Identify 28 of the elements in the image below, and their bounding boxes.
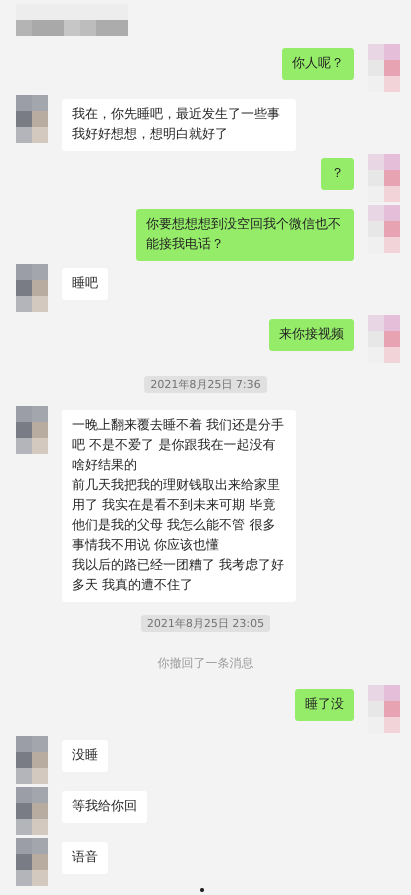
- message-bubble[interactable]: 语音: [62, 842, 108, 874]
- message-paragraph: 前几天我把我的理财钱取出来给家里用了 我实在是看不到未来可期 毕竟他们是我的父母 我怎么能不管 很多事情我不用说 你应该也懂: [72, 477, 281, 555]
- pixelated-avatar-icon[interactable]: [368, 685, 400, 733]
- pixelated-avatar-icon[interactable]: [16, 406, 48, 454]
- message-bubble[interactable]: 睡吧: [62, 268, 108, 300]
- pixelated-avatar-icon[interactable]: [16, 736, 48, 784]
- pixelated-avatar-icon[interactable]: [16, 95, 48, 143]
- message-paragraph: 一晚上翻来覆去睡不着 我们还是分手吧 不是不爱了 是你跟我在一起没有啥好结果的: [72, 417, 286, 475]
- message-bubble[interactable]: ？: [321, 158, 354, 190]
- message-bubble[interactable]: 等我给你回: [62, 791, 147, 823]
- message-bubble[interactable]: 睡了没: [295, 689, 354, 721]
- message-bubble[interactable]: 你要想想想到没空回我个微信也不能接我电话？: [136, 209, 354, 261]
- pixelated-avatar-icon[interactable]: [368, 315, 400, 363]
- timestamp: 2021年8月25日 23:05: [140, 615, 270, 632]
- pixelated-avatar-icon[interactable]: [16, 838, 48, 886]
- pixelated-avatar-icon[interactable]: [16, 264, 48, 312]
- message-bubble[interactable]: 你人呢？: [282, 48, 354, 80]
- pixelated-avatar-icon[interactable]: [368, 205, 400, 253]
- message-bubble[interactable]: 没睡: [62, 740, 108, 772]
- message-bubble[interactable]: 来你接视频: [269, 319, 354, 351]
- message-paragraph: 我以后的路已经一团糟了 我考虑了好多天 我真的遭不住了: [72, 557, 286, 595]
- system-notice: 你撤回了一条消息: [158, 655, 254, 672]
- pixelated-avatar-icon[interactable]: [368, 44, 400, 92]
- message-bubble[interactable]: 我在，你先睡吧，最近发生了一些事我好好想想，想明白就好了: [62, 99, 296, 151]
- message-bubble[interactable]: 一晚上翻来覆去睡不着 我们还是分手吧 不是不爱了 是你跟我在一起没有啥好结果的 前几天我把我的理财钱取出来给家里用了 我实在是看不到未来可期 毕竟他们是我的父母 我怎么能不管 很多事情我不用说 你应该也懂 我以后的路已经一团糟了 我考虑了好多天 我真的遭不住了: [62, 410, 296, 602]
- pixelated-avatar-icon[interactable]: [368, 154, 400, 202]
- pixelated-avatar-icon[interactable]: [16, 787, 48, 835]
- timestamp: 2021年8月25日 7:36: [144, 376, 267, 393]
